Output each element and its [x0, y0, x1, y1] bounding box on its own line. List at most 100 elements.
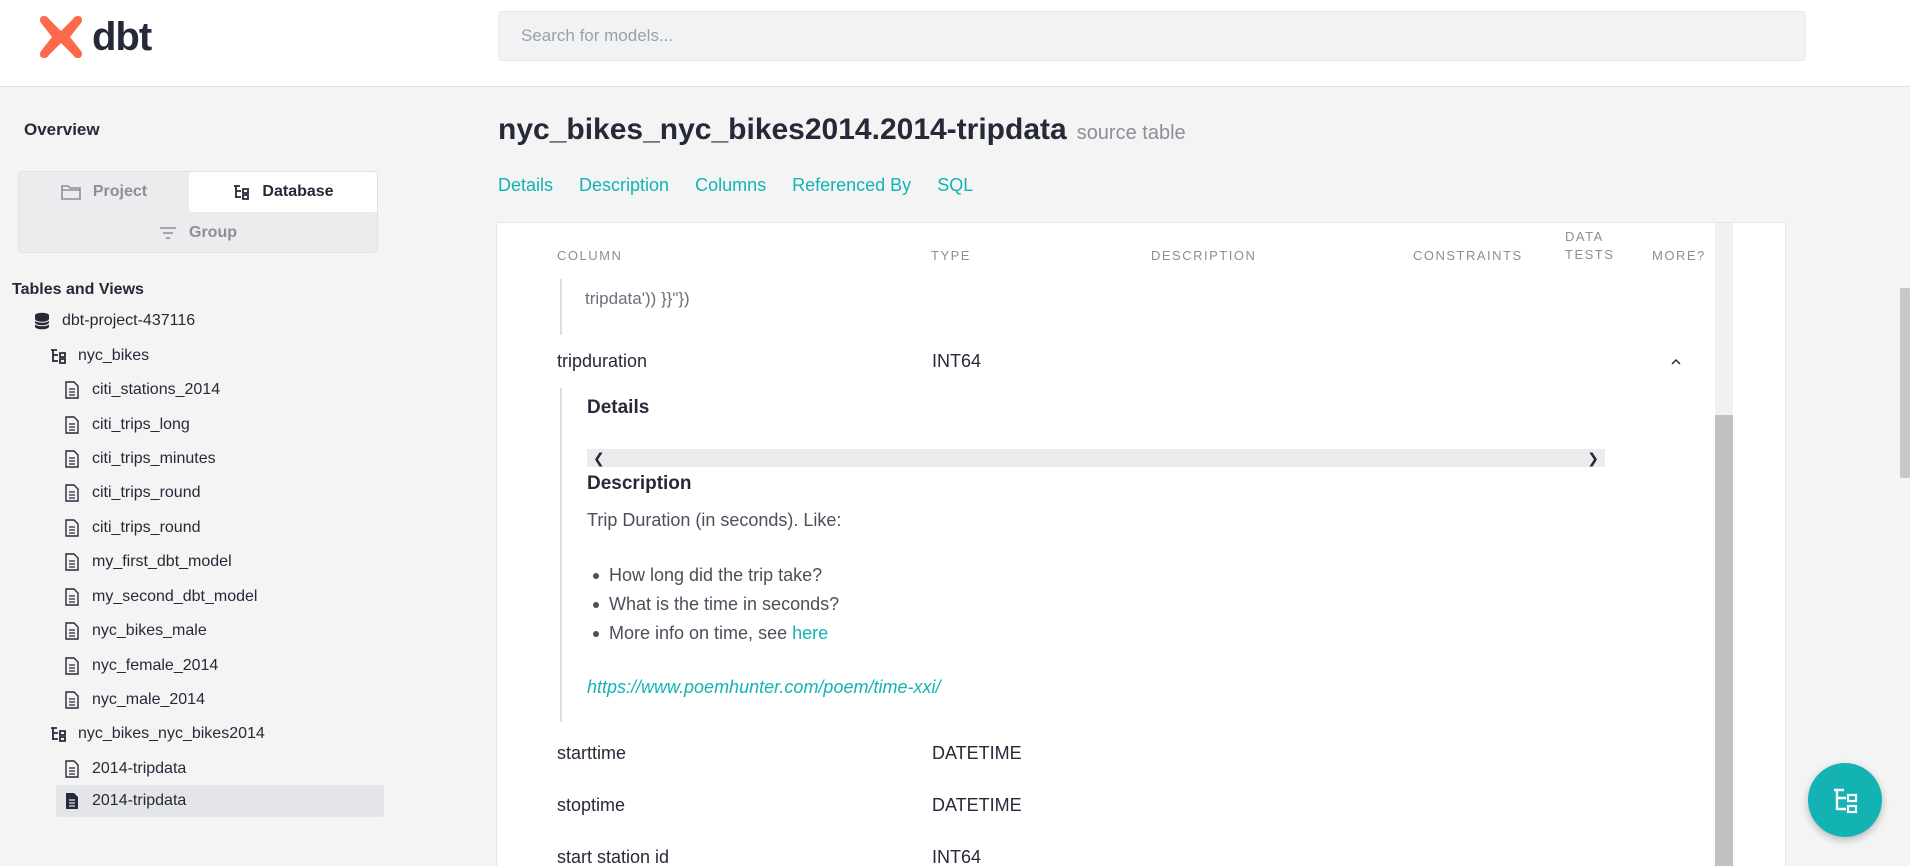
column-name[interactable]: tripduration	[557, 351, 647, 372]
horizontal-scrollbar[interactable]: ❮ ❯	[587, 449, 1605, 467]
description-heading: Description	[587, 473, 692, 494]
column-header: COLUMN	[557, 248, 623, 263]
tree-item-label: my_first_dbt_model	[92, 553, 232, 570]
file-icon	[62, 449, 82, 469]
tree-item-model[interactable]: citi_stations_2014	[62, 374, 220, 406]
tab-columns[interactable]: Columns	[695, 175, 766, 196]
description-header: DESCRIPTION	[1151, 248, 1257, 263]
tree-item-label: 2014-tripdata	[92, 792, 187, 809]
tree-item-project[interactable]: dbt-project-437116	[32, 305, 195, 337]
file-icon	[62, 587, 82, 607]
tree-item-label: citi_trips_round	[92, 519, 201, 536]
chevron-up-icon[interactable]	[1667, 353, 1685, 371]
schema-tree-icon	[48, 724, 68, 744]
here-link[interactable]: here	[792, 623, 828, 644]
tab-referenced-by[interactable]: Referenced By	[792, 175, 911, 196]
table-scrollbar[interactable]	[1715, 223, 1733, 866]
column-name[interactable]: starttime	[557, 743, 626, 764]
tree-item-model[interactable]: citi_trips_long	[62, 409, 190, 441]
overview-link[interactable]: Overview	[24, 120, 100, 140]
tree-item-source[interactable]: 2014-tripdata	[62, 753, 186, 785]
tree-item-label: nyc_bikes	[78, 347, 150, 364]
dbt-logo[interactable]: dbt	[36, 12, 152, 62]
tree-item-label: citi_trips_long	[92, 416, 190, 433]
tree-item-label: citi_stations_2014	[92, 381, 221, 398]
column-name[interactable]: start station id	[557, 847, 669, 866]
tree-item-label: dbt-project-437116	[62, 312, 196, 329]
previous-row-detail	[560, 279, 562, 335]
file-filled-icon	[62, 791, 82, 811]
columns-table-card: COLUMN TYPE DESCRIPTION CONSTRAINTS DATA…	[496, 222, 1786, 866]
bullet-text: What is the time in seconds?	[609, 594, 840, 614]
tree-item-model[interactable]: my_first_dbt_model	[62, 546, 232, 578]
column-type: INT64	[932, 351, 982, 371]
tree-item-model[interactable]: citi_trips_minutes	[62, 443, 216, 475]
data-tests-header: DATA TESTS	[1565, 228, 1614, 264]
folder-icon	[61, 185, 81, 200]
file-icon	[62, 380, 82, 400]
tables-and-views-heading: Tables and Views	[12, 281, 144, 298]
description-bullets: How long did the trip take? What is the …	[587, 561, 839, 648]
page-scrollbar-thumb[interactable]	[1900, 288, 1910, 478]
group-tab-button[interactable]: Group	[19, 213, 377, 253]
tab-description[interactable]: Description	[579, 175, 669, 196]
database-icon	[32, 311, 52, 331]
list-item: What is the time in seconds?	[587, 590, 839, 619]
database-tab-button[interactable]: Database	[189, 172, 377, 212]
tree-item-source-selected[interactable]: 2014-tripdata	[56, 785, 384, 817]
more-header: MORE?	[1652, 248, 1706, 263]
table-scrollbar-thumb[interactable]	[1715, 415, 1733, 866]
column-type: DATETIME	[932, 743, 1022, 763]
schema-tree-icon	[48, 346, 68, 366]
tree-item-schema[interactable]: nyc_bikes_nyc_bikes2014	[48, 718, 265, 750]
constraints-header: CONSTRAINTS	[1413, 248, 1523, 263]
tree-item-label: nyc_female_2014	[92, 657, 219, 674]
project-tab-button[interactable]: Project	[19, 172, 189, 212]
tree-item-label: nyc_bikes_male	[92, 622, 207, 639]
lineage-graph-button[interactable]	[1808, 763, 1882, 837]
details-heading: Details	[587, 397, 650, 418]
lineage-tree-icon	[1834, 788, 1858, 814]
tab-details[interactable]: Details	[498, 175, 553, 196]
tree-item-model[interactable]: nyc_male_2014	[62, 684, 205, 716]
page-title-name: nyc_bikes_nyc_bikes2014.2014-tripdata	[498, 113, 1067, 146]
list-item: More info on time, see here	[587, 619, 839, 648]
database-tab-label: Database	[262, 183, 334, 200]
scroll-left-icon[interactable]: ❮	[593, 450, 605, 467]
project-tab-label: Project	[92, 183, 148, 200]
data-tests-header-line2: TESTS	[1565, 247, 1615, 262]
file-icon	[62, 518, 82, 538]
tree-item-label: nyc_male_2014	[92, 691, 205, 708]
page-title-kind: source table	[1076, 122, 1186, 144]
schema-tree-icon	[234, 185, 250, 200]
scroll-right-icon[interactable]: ❯	[1587, 450, 1599, 467]
expanded-row-detail	[560, 388, 562, 722]
tree-item-model[interactable]: nyc_female_2014	[62, 650, 218, 682]
bullet-text: How long did the trip take?	[609, 565, 823, 585]
tree-item-label: nyc_bikes_nyc_bikes2014	[78, 725, 265, 742]
search-input[interactable]	[498, 11, 1806, 61]
page-scrollbar[interactable]	[1898, 88, 1910, 866]
tab-sql[interactable]: SQL	[937, 175, 973, 196]
tree-item-schema[interactable]: nyc_bikes	[48, 340, 149, 372]
filter-lines-icon	[160, 227, 176, 239]
tree-item-model[interactable]: citi_trips_round	[62, 512, 201, 544]
file-icon	[62, 656, 82, 676]
column-name[interactable]: stoptime	[557, 795, 625, 816]
page-title: nyc_bikes_nyc_bikes2014.2014-tripdata so…	[498, 113, 1186, 147]
tree-item-model[interactable]: nyc_bikes_male	[62, 615, 207, 647]
file-icon	[62, 690, 82, 710]
section-tabs: Details Description Columns Referenced B…	[498, 175, 973, 196]
previous-row-description-text: tripdata')) }}"})	[585, 289, 690, 308]
dbt-logo-icon	[40, 16, 82, 58]
tree-item-model[interactable]: citi_trips_round	[62, 477, 201, 509]
group-tab-label: Group	[189, 224, 237, 241]
file-icon	[62, 415, 82, 435]
top-bar: dbt	[0, 0, 1910, 87]
tree-item-label: citi_trips_minutes	[92, 450, 216, 467]
sidebar: Overview Project Database Group Tables a…	[0, 88, 398, 866]
tree-item-model[interactable]: my_second_dbt_model	[62, 581, 257, 613]
poem-link[interactable]: https://www.poemhunter.com/poem/time-xxi…	[587, 677, 940, 698]
file-icon	[62, 483, 82, 503]
view-switcher: Project Database Group	[18, 171, 378, 253]
